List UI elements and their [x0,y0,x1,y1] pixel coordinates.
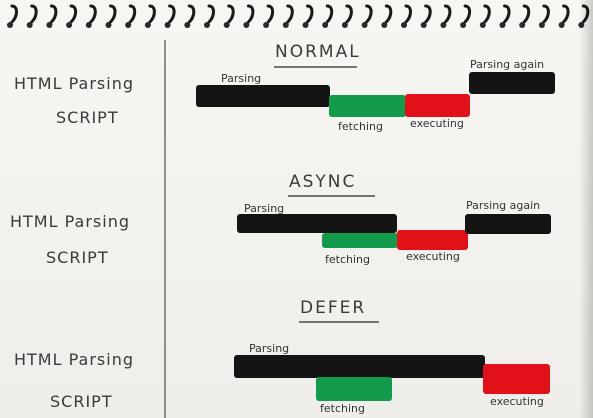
spiral-hole [243,22,250,28]
heading-underline-normal [274,66,357,68]
spiral-ring [562,4,570,24]
spiral-hole [164,22,171,28]
label-defer-parsing: Parsing [249,342,290,355]
spiral-hole [204,22,210,28]
spiral-hole [105,22,112,28]
spiral-hole [499,22,506,28]
left-label-html-parsing-3: HTML Parsing [14,350,134,369]
heading-underline-async [288,195,375,197]
spiral-ring [325,4,334,24]
label-async-fetching: fetching [325,253,370,266]
defer-parsing-bar [234,355,485,378]
async-parsing-bar [237,214,397,233]
spiral-ring [246,4,255,24]
label-normal-parsing-again: Parsing again [470,58,545,71]
left-label-script-1: SCRIPT [56,108,119,127]
async-parsing-again-bar [465,214,551,234]
label-defer-executing: executing [490,395,544,408]
spiral-ring [10,4,18,24]
spiral-hole [66,22,73,28]
spiral-ring [542,4,550,24]
spiral-hole [361,22,368,28]
label-async-executing: executing [406,250,460,263]
label-async-parsing-again: Parsing again [466,199,541,212]
spiral-ring [168,4,176,24]
page-edge-shadow [579,0,593,418]
notebook-page: HTML Parsing SCRIPT HTML Parsing SCRIPT … [0,0,593,418]
spiral-ring [227,4,235,24]
spiral-ring [384,4,393,24]
spiral-ring [365,4,373,24]
spiral-ring [503,4,511,24]
heading-underline-defer [299,321,379,323]
heading-async: ASYNC [289,172,357,192]
spiral-ring [187,4,196,24]
label-normal-parsing: Parsing [221,72,262,85]
defer-fetching-bar [316,377,392,401]
label-normal-fetching: fetching [338,120,383,133]
spiral-hole [479,22,486,28]
spiral-ring [30,4,38,24]
spiral-hole [125,22,132,28]
async-fetching-bar [322,233,398,248]
spiral-ring [286,4,294,24]
spiral-hole [85,22,92,28]
spiral-hole [538,22,545,28]
spiral-ring [306,4,314,24]
spiral-hole [46,22,53,28]
label-defer-fetching: fetching [320,402,365,415]
spiral-ring [463,4,472,24]
spiral-ring [404,4,412,24]
spiral-ring [345,4,353,24]
spiral-hole [381,22,388,28]
spiral-ring [89,4,97,24]
spiral-hole [401,22,407,28]
spiral-hole [322,22,329,28]
heading-defer: DEFER [300,298,367,318]
defer-executing-bar [483,364,550,394]
spiral-hole [26,22,33,28]
heading-normal: NORMAL [275,42,361,62]
spiral-ring [109,4,117,24]
normal-parsing-again-bar [469,72,555,94]
spiral-ring [207,4,215,24]
normal-parsing-bar [196,85,330,107]
normal-fetching-bar [329,95,406,117]
spiral-hole [519,22,526,28]
spiral-hole [420,22,427,28]
spiral-ring [128,4,137,24]
spiral-hole [7,22,13,28]
normal-executing-bar [405,94,470,117]
spiral-ring [148,4,156,24]
spiral-ring [483,4,491,24]
left-label-html-parsing-1: HTML Parsing [14,74,134,93]
label-normal-executing: executing [410,117,464,130]
spiral-hole [282,22,289,28]
spiral-ring [266,4,275,24]
spiral-ring [49,4,58,24]
spiral-ring [443,4,452,24]
left-label-script-2: SCRIPT [46,248,109,267]
spiral-hole [263,22,270,28]
margin-line [164,40,166,418]
spiral-binding [7,4,590,28]
spiral-hole [341,22,348,28]
left-label-script-3: SCRIPT [50,392,113,411]
async-executing-bar [397,230,468,250]
spiral-hole [184,22,191,28]
spiral-ring [424,4,432,24]
spiral-hole [223,22,230,28]
spiral-hole [558,22,565,28]
spiral-hole [302,22,309,28]
left-label-html-parsing-2: HTML Parsing [10,212,130,231]
spiral-hole [440,22,447,28]
spiral-ring [522,4,531,24]
spiral-ring [69,4,78,24]
spiral-hole [144,22,151,28]
spiral-hole [460,22,467,28]
